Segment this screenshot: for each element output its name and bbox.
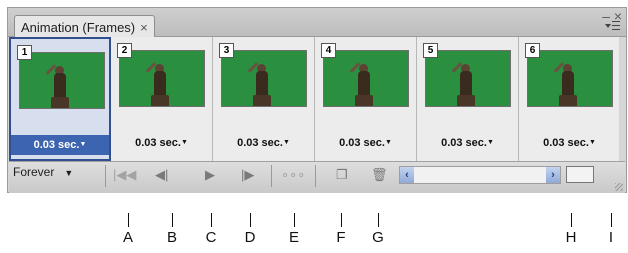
tab-label: Animation (Frames) — [21, 19, 136, 35]
scroll-left-icon[interactable]: ‹ — [400, 167, 414, 183]
next-frame-icon[interactable]: |▶ — [241, 167, 254, 183]
panel-menu-icon[interactable] — [605, 20, 621, 32]
previous-frame-icon[interactable]: ◀| — [155, 167, 168, 183]
frame-number: 6 — [525, 43, 540, 58]
animation-toolbar: Forever ▼ |◀◀ ◀| ▶ |▶ ∘∘∘ ❐ 🗑 ‹ › — [9, 161, 625, 193]
callout-line — [611, 213, 612, 227]
tween-icon[interactable]: ∘∘∘ — [281, 167, 305, 183]
frame-delay[interactable]: 0.03 sec.▼ — [315, 133, 416, 153]
callout-line — [378, 213, 379, 227]
callout-label-g: G — [372, 229, 384, 246]
callout-label-a: A — [122, 229, 133, 246]
panel-titlebar: – × Animation (Frames) × — [8, 8, 626, 38]
tab-close-icon[interactable]: × — [140, 20, 148, 35]
callout-line — [294, 213, 295, 227]
trash-icon[interactable]: 🗑 — [371, 167, 388, 183]
callout-line — [571, 213, 572, 227]
callout-label-d: D — [244, 229, 256, 246]
toolbar-divider — [271, 165, 272, 187]
loop-options-select[interactable]: Forever ▼ — [13, 165, 73, 179]
frames-strip: 1 0.03 sec.▼ 2 0.03 sec.▼ 3 0.03 sec.▼ 4… — [9, 37, 619, 161]
frame-delay[interactable]: 0.03 sec.▼ — [213, 133, 314, 153]
frame-delay[interactable]: 0.03 sec.▼ — [111, 133, 212, 153]
first-frame-icon[interactable]: |◀◀ — [113, 167, 136, 183]
frame-number: 4 — [321, 43, 336, 58]
frame-thumbnail — [19, 52, 105, 109]
callout-label-i: I — [608, 229, 614, 246]
frame-number: 2 — [117, 43, 132, 58]
callout-label-b: B — [166, 229, 177, 246]
delay-dropdown-icon: ▼ — [282, 139, 290, 146]
callout-line — [341, 213, 342, 227]
callout-line — [250, 213, 251, 227]
callout-line — [172, 213, 173, 227]
scroll-right-icon[interactable]: › — [546, 167, 560, 183]
frame-3[interactable]: 3 0.03 sec.▼ — [213, 37, 315, 161]
delay-dropdown-icon: ▼ — [486, 139, 494, 146]
callout-line — [128, 213, 129, 227]
callout-label-e: E — [288, 229, 299, 246]
frame-number: 1 — [17, 45, 32, 60]
frame-delay[interactable]: 0.03 sec.▼ — [417, 133, 518, 153]
animation-panel: – × Animation (Frames) × 1 0.03 sec.▼ 2 … — [7, 7, 627, 193]
tab-animation-frames[interactable]: Animation (Frames) × — [14, 15, 155, 38]
frame-4[interactable]: 4 0.03 sec.▼ — [315, 37, 417, 161]
frame-delay[interactable]: 0.03 sec.▼ — [519, 133, 619, 153]
frame-thumbnail — [323, 50, 409, 107]
frame-5[interactable]: 5 0.03 sec.▼ — [417, 37, 519, 161]
callout-label-h: H — [565, 229, 577, 246]
frames-scrollbar[interactable]: ‹ › — [399, 166, 561, 184]
frame-6[interactable]: 6 0.03 sec.▼ — [519, 37, 619, 161]
frame-thumbnail — [221, 50, 307, 107]
frame-number: 3 — [219, 43, 234, 58]
frame-delay[interactable]: 0.03 sec.▼ — [11, 135, 109, 155]
frame-2[interactable]: 2 0.03 sec.▼ — [111, 37, 213, 161]
convert-timeline-icon[interactable] — [566, 166, 594, 183]
delay-dropdown-icon: ▼ — [180, 139, 188, 146]
duplicate-frame-icon[interactable]: ❐ — [336, 167, 348, 183]
delay-dropdown-icon: ▼ — [588, 139, 596, 146]
toolbar-divider — [105, 165, 106, 187]
callout-label-f: F — [336, 229, 346, 246]
delay-dropdown-icon: ▼ — [79, 141, 87, 148]
callout-label-c: C — [205, 229, 217, 246]
callout-line — [211, 213, 212, 227]
frame-1[interactable]: 1 0.03 sec.▼ — [9, 37, 111, 161]
resize-grip-icon[interactable] — [615, 183, 623, 191]
frame-number: 5 — [423, 43, 438, 58]
delay-dropdown-icon: ▼ — [384, 139, 392, 146]
toolbar-divider — [315, 165, 316, 187]
frame-thumbnail — [425, 50, 511, 107]
play-icon[interactable]: ▶ — [205, 167, 215, 183]
frame-thumbnail — [527, 50, 613, 107]
frame-thumbnail — [119, 50, 205, 107]
chevron-down-icon: ▼ — [64, 168, 74, 178]
